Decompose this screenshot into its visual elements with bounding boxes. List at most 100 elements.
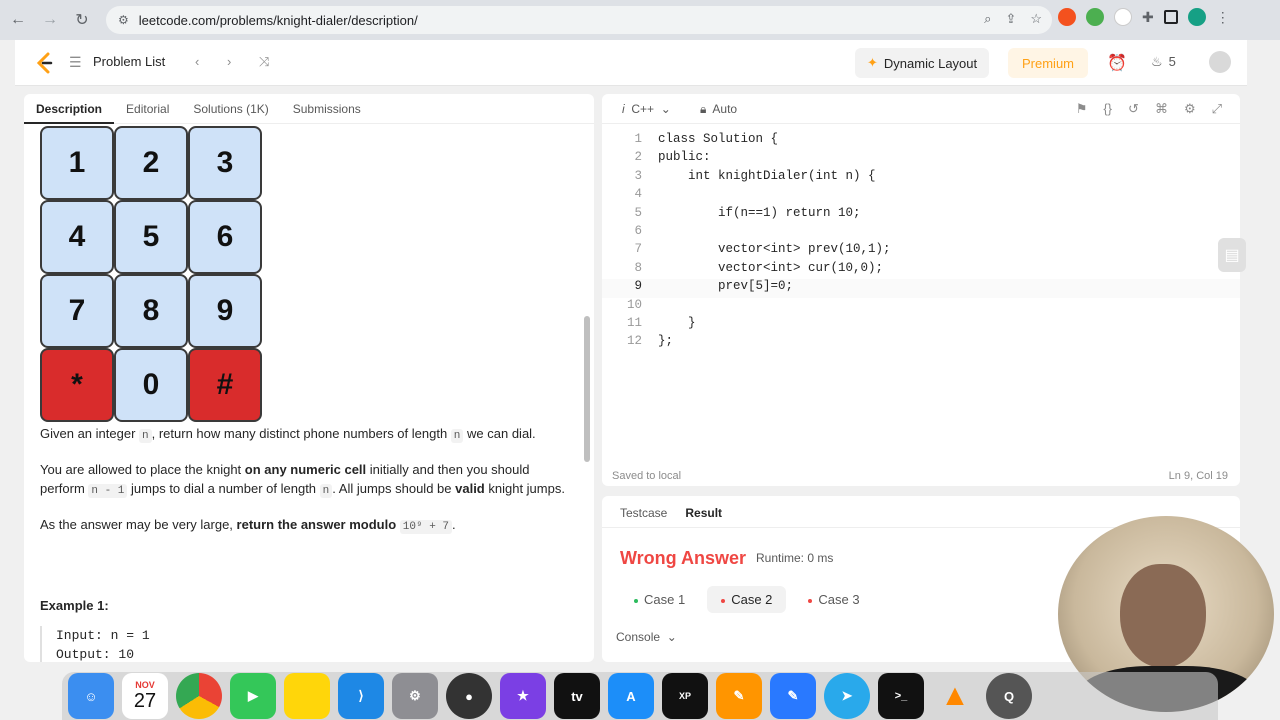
dynamic-layout-button[interactable]: ✦ Dynamic Layout bbox=[855, 48, 990, 78]
reset-icon[interactable]: ↺ bbox=[1128, 101, 1139, 117]
vlc-icon[interactable]: ▲ bbox=[932, 673, 978, 719]
text: . bbox=[452, 517, 456, 532]
expand-icon[interactable]: ⤢ bbox=[1212, 101, 1222, 117]
code-line[interactable]: 11 } bbox=[602, 316, 1240, 334]
app-store-icon[interactable]: A bbox=[608, 673, 654, 719]
share-icon[interactable]: ⇪ bbox=[1005, 11, 1016, 27]
tab-submissions[interactable]: Submissions bbox=[281, 94, 373, 124]
chrome-menu-icon[interactable]: ⋮ bbox=[1216, 9, 1230, 26]
chevron-down-icon: ⌄ bbox=[663, 630, 677, 644]
code-line[interactable]: 10 bbox=[602, 298, 1240, 316]
back-icon[interactable]: ← bbox=[4, 6, 32, 34]
code-line[interactable]: 3 int knightDialer(int n) { bbox=[602, 169, 1240, 187]
code-icon: i bbox=[622, 102, 625, 116]
list-icon[interactable]: ☰ bbox=[69, 54, 82, 71]
terminal-icon[interactable]: >_ bbox=[878, 673, 924, 719]
extension-icon-3[interactable] bbox=[1114, 8, 1132, 26]
imovie-icon[interactable]: ★ bbox=[500, 673, 546, 719]
description-panel: Description Editorial Solutions (1K) Sub… bbox=[24, 94, 594, 662]
case-tab-2[interactable]: Case 2 bbox=[707, 586, 787, 613]
sidebar-icon[interactable] bbox=[1163, 10, 1178, 24]
zoom-icon[interactable]: ⌕ bbox=[984, 11, 991, 27]
code-line[interactable]: 1 class Solution { bbox=[602, 132, 1240, 150]
code-line[interactable]: 8 vector<int> cur(10,0); bbox=[602, 261, 1240, 279]
description-tabs: Description Editorial Solutions (1K) Sub… bbox=[24, 94, 594, 124]
editor-toolbar: i C++ ⌄ 🔒︎ Auto ⚑ {} ↺ ⌘ ⚙ ⤢ bbox=[602, 94, 1240, 124]
prev-problem-icon[interactable]: ‹ bbox=[195, 54, 199, 69]
pages-icon[interactable]: ✎ bbox=[716, 673, 762, 719]
description-scrollbar[interactable] bbox=[584, 316, 590, 462]
facetime-icon[interactable]: ▶ bbox=[230, 673, 276, 719]
inline-code: n - 1 bbox=[88, 484, 128, 498]
code-line[interactable]: 2 public: bbox=[602, 150, 1240, 168]
extension-icon-1[interactable] bbox=[1058, 8, 1076, 26]
apple-tv-icon[interactable]: tv bbox=[554, 673, 600, 719]
problem-description: Given an integer n, return how many dist… bbox=[40, 424, 570, 551]
bookmark-star-icon[interactable]: ☆ bbox=[1030, 11, 1042, 27]
language-selector[interactable]: i C++ ⌄ bbox=[622, 102, 671, 116]
code-line[interactable]: 7 vector<int> prev(10,1); bbox=[602, 242, 1240, 260]
drawing-app-icon[interactable]: ✎ bbox=[770, 673, 816, 719]
next-problem-icon[interactable]: › bbox=[227, 54, 231, 69]
case-selector: Case 1 Case 2 Case 3 bbox=[620, 586, 874, 613]
address-bar[interactable]: ⚙ leetcode.com/problems/knight-dialer/de… bbox=[106, 6, 1052, 34]
auto-mode-toggle[interactable]: 🔒︎ Auto bbox=[700, 102, 737, 117]
settings-gear-icon[interactable]: ⚙ bbox=[1184, 101, 1196, 117]
profile-icon[interactable] bbox=[1187, 8, 1206, 26]
code-text: public: bbox=[658, 150, 711, 165]
tab-testcase[interactable]: Testcase bbox=[602, 496, 667, 528]
code-line[interactable]: 6 bbox=[602, 224, 1240, 242]
premium-button[interactable]: Premium bbox=[1008, 48, 1089, 78]
code-text: vector<int> cur(10,0); bbox=[658, 260, 884, 275]
extension-icon-2[interactable] bbox=[1086, 8, 1104, 26]
tab-result[interactable]: Result bbox=[667, 496, 722, 528]
result-status: Wrong Answer bbox=[620, 548, 747, 568]
leetcode-logo-icon[interactable] bbox=[35, 52, 55, 74]
line-number: 8 bbox=[634, 260, 642, 275]
problem-list-link[interactable]: Problem List bbox=[93, 54, 165, 69]
calendar-icon[interactable]: NOV 27 bbox=[122, 673, 168, 719]
lock-icon: 🔒︎ bbox=[700, 102, 707, 116]
tab-description[interactable]: Description bbox=[24, 94, 115, 124]
chrome-icon[interactable] bbox=[176, 673, 222, 719]
line-number: 10 bbox=[626, 297, 642, 312]
console-toggle[interactable]: Console ⌄ bbox=[616, 630, 677, 644]
tab-editorial[interactable]: Editorial bbox=[114, 94, 181, 124]
shortcut-icon[interactable]: ⌘ bbox=[1155, 101, 1168, 117]
case-tab-1[interactable]: Case 1 bbox=[620, 586, 699, 613]
code-line[interactable]: 12}; bbox=[602, 334, 1240, 352]
code-area[interactable]: 1 class Solution { 2 public: 3 int knightD… bbox=[602, 132, 1240, 353]
vscode-icon[interactable]: ⟩ bbox=[338, 673, 384, 719]
case-tab-3[interactable]: Case 3 bbox=[794, 586, 873, 613]
telegram-icon[interactable]: ➤ bbox=[824, 673, 870, 719]
finder-icon[interactable]: ☺ bbox=[68, 673, 114, 719]
quicktime-icon[interactable]: Q bbox=[986, 673, 1032, 719]
bookmark-icon[interactable]: ⚑ bbox=[1076, 101, 1088, 117]
user-avatar[interactable] bbox=[1209, 51, 1231, 73]
code-line-active[interactable]: 9 prev[5]=0; bbox=[602, 279, 1240, 298]
site-info-icon[interactable]: ⚙ bbox=[118, 13, 129, 27]
alarm-clock-icon[interactable]: ⏰ bbox=[1107, 53, 1127, 73]
code-line[interactable]: 5 if(n==1) return 10; bbox=[602, 206, 1240, 224]
puzzle-extensions-icon[interactable]: ✚ bbox=[1142, 9, 1154, 26]
forward-icon[interactable]: → bbox=[36, 6, 64, 34]
xp-pen-icon[interactable]: XP bbox=[662, 673, 708, 719]
obs-icon[interactable]: ● bbox=[446, 673, 492, 719]
line-number: 11 bbox=[626, 315, 642, 330]
shuffle-icon[interactable]: ⤨ bbox=[259, 54, 269, 70]
sparkle-icon: ✦ bbox=[867, 55, 878, 70]
notes-icon[interactable] bbox=[284, 673, 330, 719]
code-line[interactable]: 4 bbox=[602, 187, 1240, 205]
cursor-position: Ln 9, Col 19 bbox=[1168, 470, 1228, 482]
tab-solutions[interactable]: Solutions (1K) bbox=[181, 94, 280, 124]
line-number: 1 bbox=[634, 132, 642, 146]
save-status: Saved to local bbox=[612, 470, 682, 482]
dial-key-hash: # bbox=[188, 348, 262, 422]
example-box: Input: n = 1 Output: 10 bbox=[40, 626, 560, 662]
text: As the answer may be very large, bbox=[40, 517, 237, 532]
streak-counter[interactable]: ♨ 5 bbox=[1151, 54, 1176, 70]
reload-icon[interactable]: ↻ bbox=[68, 6, 96, 34]
notes-document-icon[interactable]: ▤ bbox=[1218, 238, 1246, 272]
braces-format-icon[interactable]: {} bbox=[1103, 101, 1112, 117]
system-settings-icon[interactable]: ⚙ bbox=[392, 673, 438, 719]
